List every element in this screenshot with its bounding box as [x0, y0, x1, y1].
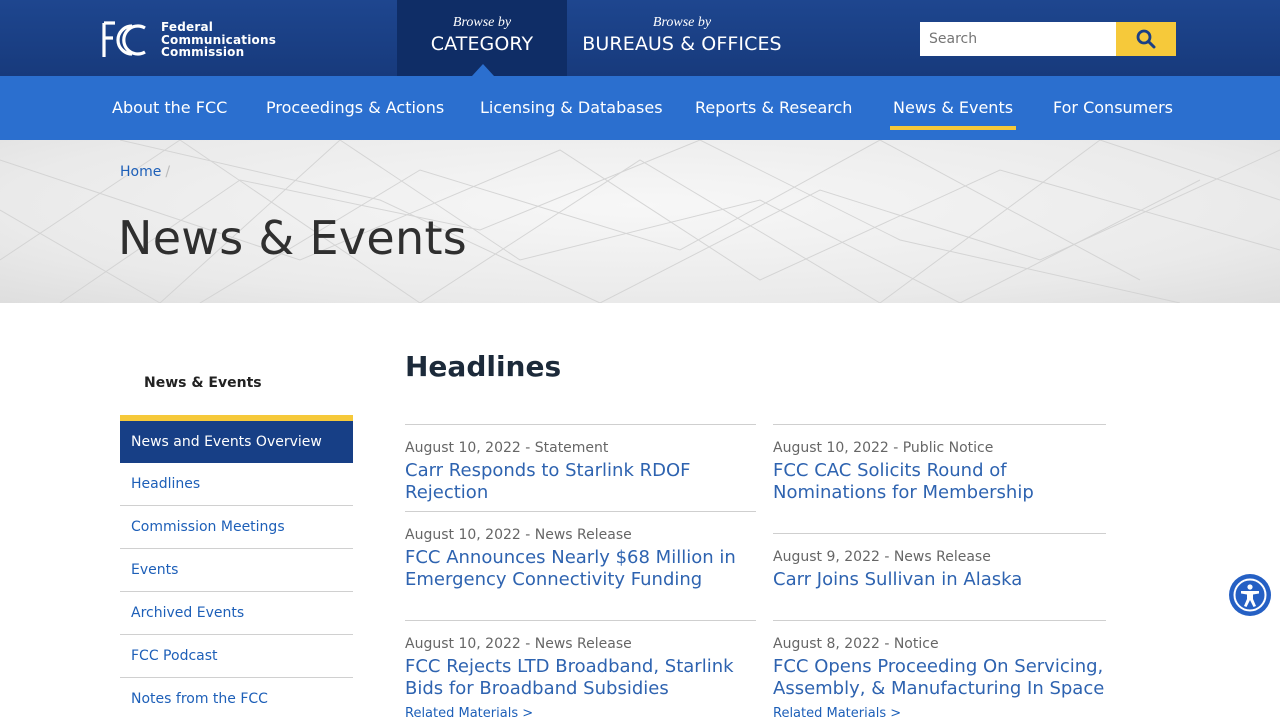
related-materials-link[interactable]: Related Materials >	[405, 706, 756, 720]
headlines-title: Headlines	[405, 350, 562, 383]
search-icon	[1136, 29, 1156, 49]
nav-about-fcc[interactable]: About the FCC	[112, 76, 227, 140]
headline-article: August 10, 2022 - News Release FCC Rejec…	[405, 620, 756, 720]
sidebar-item-podcast[interactable]: FCC Podcast	[120, 635, 353, 678]
headline-article: August 9, 2022 - News Release Carr Joins…	[773, 533, 1106, 620]
article-headline-link[interactable]: FCC Opens Proceeding On Servicing, Assem…	[773, 656, 1106, 700]
fcc-logo-text: Federal Communications Commission	[161, 21, 276, 59]
sidebar-menu: News and Events Overview Headlines Commi…	[120, 421, 353, 720]
nav-news-events[interactable]: News & Events	[889, 76, 1017, 140]
accessibility-icon	[1233, 578, 1267, 612]
logo-line-1: Federal	[161, 20, 214, 35]
sidebar-item-headlines[interactable]: Headlines	[120, 463, 353, 506]
accessibility-button[interactable]	[1229, 574, 1271, 616]
site-header: Federal Communications Commission Browse…	[0, 0, 1280, 76]
browse-category-label: CATEGORY	[430, 33, 534, 55]
breadcrumb-separator: /	[165, 164, 171, 180]
main-nav: About the FCC Proceedings & Actions Lice…	[0, 76, 1280, 140]
sidebar-title: News & Events	[144, 375, 262, 391]
sidebar-item-events[interactable]: Events	[120, 549, 353, 592]
article-meta: August 8, 2022 - Notice	[773, 636, 939, 652]
sidebar-item-notes[interactable]: Notes from the FCC	[120, 678, 353, 720]
article-headline-link[interactable]: FCC Rejects LTD Broadband, Starlink Bids…	[405, 656, 756, 700]
article-meta: August 10, 2022 - Statement	[405, 440, 609, 456]
page-title: News & Events	[118, 211, 468, 265]
headline-article: August 8, 2022 - Notice FCC Opens Procee…	[773, 620, 1106, 720]
browse-by-label: Browse by	[652, 15, 712, 30]
nav-licensing-databases[interactable]: Licensing & Databases	[480, 76, 663, 140]
nav-for-consumers[interactable]: For Consumers	[1053, 76, 1173, 140]
sidebar-item-overview[interactable]: News and Events Overview	[120, 421, 353, 463]
headline-article: August 10, 2022 - News Release FCC Annou…	[405, 511, 756, 620]
page-hero: Home / News & Events	[0, 140, 1280, 303]
fcc-logo[interactable]: Federal Communications Commission	[101, 20, 281, 60]
sidebar-item-archived-events[interactable]: Archived Events	[120, 592, 353, 635]
article-headline-link[interactable]: Carr Joins Sullivan in Alaska	[773, 569, 1106, 591]
browse-bureaus-label: BUREAUS & OFFICES	[582, 33, 782, 55]
breadcrumb: Home /	[120, 164, 170, 180]
nav-reports-research[interactable]: Reports & Research	[695, 76, 852, 140]
search-input[interactable]	[920, 22, 1116, 56]
article-meta: August 10, 2022 - Public Notice	[773, 440, 994, 456]
article-headline-link[interactable]: FCC Announces Nearly $68 Million in Emer…	[405, 547, 756, 591]
article-headline-link[interactable]: FCC CAC Solicits Round of Nominations fo…	[773, 460, 1106, 504]
breadcrumb-home[interactable]: Home	[120, 164, 161, 180]
article-meta: August 9, 2022 - News Release	[773, 549, 991, 565]
logo-line-3: Commission	[161, 45, 245, 60]
browse-caret-icon	[472, 64, 494, 76]
headline-article: August 10, 2022 - Statement Carr Respond…	[405, 424, 756, 511]
related-materials-link[interactable]: Related Materials >	[773, 706, 1106, 720]
article-meta: August 10, 2022 - News Release	[405, 527, 632, 543]
browse-by-bureaus[interactable]: Browse by BUREAUS & OFFICES	[567, 0, 797, 76]
fcc-logo-mark-icon	[101, 20, 147, 60]
browse-by-label: Browse by	[452, 15, 512, 30]
nav-proceedings-actions[interactable]: Proceedings & Actions	[266, 76, 444, 140]
sidebar-item-commission-meetings[interactable]: Commission Meetings	[120, 506, 353, 549]
article-meta: August 10, 2022 - News Release	[405, 636, 632, 652]
headline-article: August 10, 2022 - Public Notice FCC CAC …	[773, 424, 1106, 533]
article-headline-link[interactable]: Carr Responds to Starlink RDOF Rejection	[405, 460, 756, 504]
search-button[interactable]	[1116, 22, 1176, 56]
headlines-column-right: August 10, 2022 - Public Notice FCC CAC …	[773, 424, 1106, 720]
headlines-column-left: August 10, 2022 - Statement Carr Respond…	[405, 424, 756, 720]
